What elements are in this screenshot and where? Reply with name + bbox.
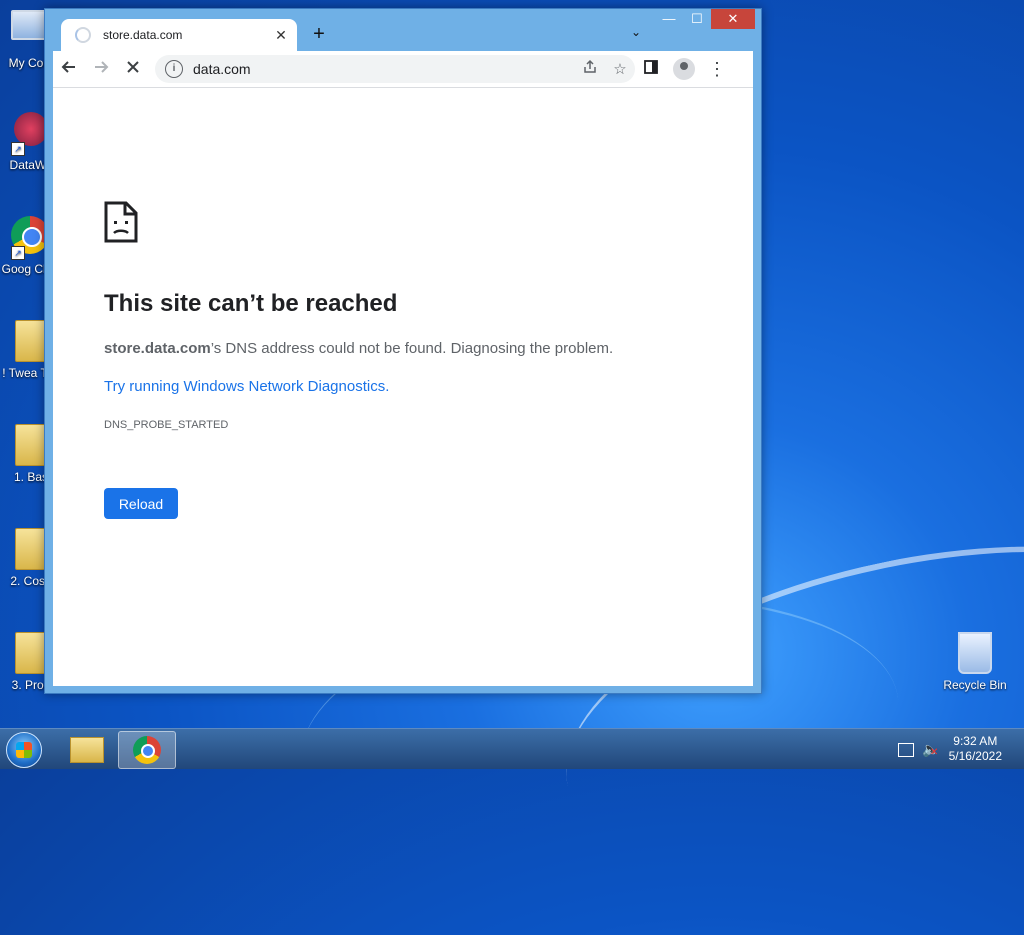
system-clock[interactable]: 9:32 AM 5/16/2022 [949, 734, 1002, 764]
menu-icon[interactable]: ⋮ [701, 59, 733, 80]
new-tab-button[interactable]: + [307, 23, 331, 46]
loading-spinner-icon [75, 27, 91, 43]
tab-search-icon[interactable]: ⌄ [631, 25, 641, 39]
shortcut-arrow-icon: ↗ [11, 246, 25, 260]
tab-store-data[interactable]: store.data.com ✕ [61, 19, 297, 51]
recycle-bin-icon [958, 632, 992, 674]
page-content: This site can’t be reached store.data.co… [53, 88, 753, 686]
browser-window: — ☐ ✕ store.data.com ✕ + ⌄ i data.com ☆ [44, 8, 762, 694]
info-icon[interactable]: i [165, 60, 183, 78]
error-code: DNS_PROBE_STARTED [104, 419, 229, 431]
side-panel-icon[interactable] [635, 59, 667, 80]
stop-icon[interactable] [117, 59, 149, 80]
star-icon[interactable]: ☆ [605, 60, 635, 78]
address-bar[interactable]: i data.com ☆ [155, 55, 635, 83]
desktop-icon-label: Recycle Bin [943, 678, 1007, 692]
datawa-icon [14, 112, 48, 146]
desktop-icon-label: 1. Bas [13, 470, 49, 484]
browser-toolbar: i data.com ☆ ⋮ [53, 51, 753, 88]
windows-logo-icon [16, 742, 32, 758]
network-icon[interactable] [898, 743, 914, 757]
network-diagnostics-link[interactable]: Try running Windows Network Diagnostics. [104, 378, 389, 395]
forward-arrow-icon[interactable] [85, 58, 117, 81]
desktop-icon-recycle-bin[interactable]: Recycle Bin [938, 632, 1012, 692]
taskbar-chrome[interactable] [118, 731, 176, 769]
error-title: This site can’t be reached [104, 290, 398, 317]
tab-title: store.data.com [103, 28, 183, 42]
reload-button[interactable]: Reload [104, 488, 178, 519]
sad-page-icon [104, 201, 138, 248]
taskbar-file-explorer[interactable] [58, 731, 114, 767]
start-button[interactable] [6, 732, 42, 768]
clock-time: 9:32 AM [953, 734, 998, 748]
volume-muted-icon[interactable]: 🔈 ✕ [922, 741, 939, 758]
tab-close-icon[interactable]: ✕ [271, 27, 291, 44]
shortcut-arrow-icon: ↗ [11, 142, 25, 156]
chrome-icon [133, 736, 161, 764]
error-description-text: ’s DNS address could not be found. Diagn… [210, 340, 614, 357]
taskbar: 🔈 ✕ 9:32 AM 5/16/2022 [0, 728, 1024, 769]
folder-icon [70, 737, 104, 763]
clock-date: 5/16/2022 [948, 749, 1002, 763]
profile-icon[interactable] [673, 58, 695, 80]
share-icon[interactable] [575, 59, 605, 79]
tab-strip: store.data.com ✕ + ⌄ [53, 17, 753, 51]
address-url[interactable]: data.com [193, 61, 575, 77]
error-description: store.data.com’s DNS address could not b… [104, 340, 613, 357]
back-arrow-icon[interactable] [53, 58, 85, 81]
error-host: store.data.com [104, 340, 211, 357]
